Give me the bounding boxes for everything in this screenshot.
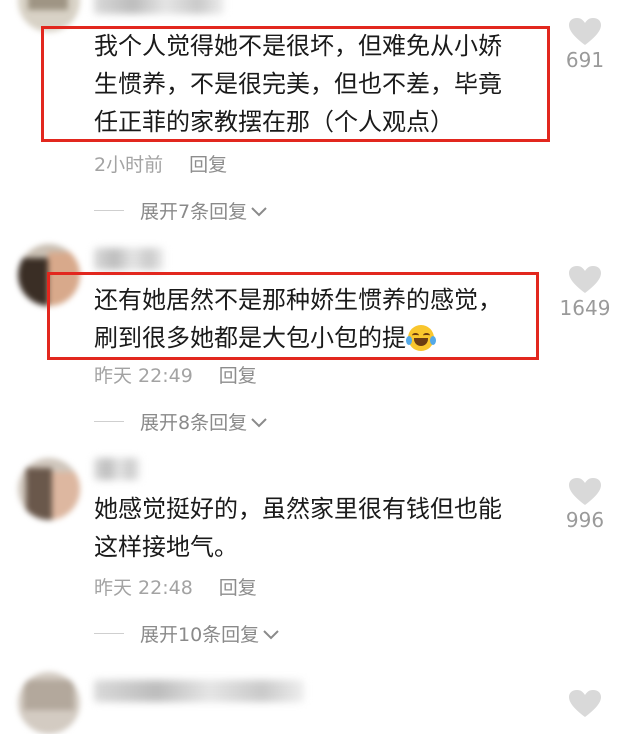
comment-text: 我个人觉得她不是很坏，但难免从小娇 生惯养，不是很完美，但也不差，毕竟 任正菲的… [94,27,502,141]
comment-meta: 2小时前 回复 [94,150,227,177]
comment-line: 生惯养，不是很完美，但也不差，毕竟 [94,70,502,98]
avatar[interactable] [18,458,80,520]
username-blurred[interactable] [94,680,304,702]
comment-line: 任正菲的家教摆在那（个人观点） [94,108,454,136]
like-count: 1649 [559,296,611,320]
divider [94,633,124,634]
like-button[interactable]: 996 [555,478,615,532]
heart-icon [555,690,615,718]
like-count: 996 [565,508,605,532]
expand-label: 展开10条回复 [140,624,260,646]
rofl-emoji-icon [406,325,436,351]
like-button[interactable]: 691 [555,18,615,72]
username-blurred[interactable] [94,248,164,270]
heart-icon [555,478,615,506]
reply-button[interactable]: 回复 [189,154,227,176]
comment-line: 我个人觉得她不是很坏，但难免从小娇 [94,32,502,60]
expand-replies-button[interactable]: 展开7条回复 [94,197,267,224]
reply-button[interactable]: 回复 [219,365,257,387]
comment-text: 她感觉挺好的，虽然家里很有钱但也能 这样接地气。 [94,490,502,566]
expand-label: 展开8条回复 [140,412,248,434]
like-button[interactable]: 1649 [555,266,615,320]
like-button[interactable] [555,690,615,718]
heart-icon [555,266,615,294]
divider [94,421,124,422]
username-blurred[interactable] [94,0,224,14]
comment-line: 这样接地气。 [94,533,238,561]
timestamp: 昨天 22:49 [94,365,193,387]
avatar[interactable] [18,672,80,734]
comment-meta: 昨天 22:49 回复 [94,361,257,388]
comment-text: 还有她居然不是那种娇生惯养的感觉， 刷到很多她都是大包小包的提 [94,281,502,357]
comment-line: 还有她居然不是那种娇生惯养的感觉， [94,286,502,314]
comment-line: 刷到很多她都是大包小包的提 [94,319,502,357]
heart-icon [555,18,615,46]
expand-label: 展开7条回复 [140,201,248,223]
timestamp: 2小时前 [94,154,164,176]
comment-meta: 昨天 22:48 回复 [94,573,257,600]
chevron-down-icon [251,200,267,222]
username-blurred[interactable] [94,458,140,480]
expand-replies-button[interactable]: 展开8条回复 [94,408,267,435]
comment-line: 她感觉挺好的，虽然家里很有钱但也能 [94,495,502,523]
timestamp: 昨天 22:48 [94,577,193,599]
chevron-down-icon [251,411,267,433]
divider [94,210,124,211]
like-count: 691 [565,48,605,72]
chevron-down-icon [263,623,279,645]
expand-replies-button[interactable]: 展开10条回复 [94,620,279,647]
reply-button[interactable]: 回复 [219,577,257,599]
